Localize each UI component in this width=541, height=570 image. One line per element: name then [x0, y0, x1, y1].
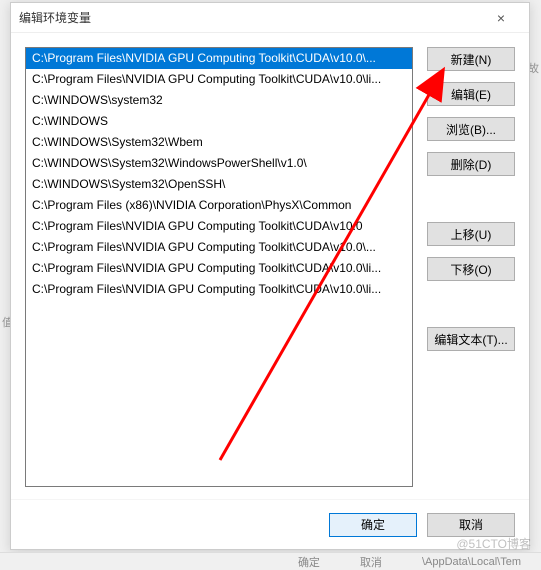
bg-ok: 确定 [298, 554, 320, 570]
list-item[interactable]: C:\WINDOWS\System32\Wbem [26, 132, 412, 153]
list-item[interactable]: C:\WINDOWS [26, 111, 412, 132]
button-sidebar: 新建(N) 编辑(E) 浏览(B)... 删除(D) 上移(U) 下移(O) 编… [427, 47, 515, 499]
delete-button[interactable]: 删除(D) [427, 152, 515, 176]
edit-env-var-dialog: 编辑环境变量 × C:\Program Files\NVIDIA GPU Com… [10, 2, 530, 550]
ok-button[interactable]: 确定 [329, 513, 417, 537]
bg-parent-footer: 确定 取消 \AppData\Local\Tem [0, 552, 541, 570]
list-item[interactable]: C:\WINDOWS\System32\OpenSSH\ [26, 174, 412, 195]
list-item[interactable]: C:\Program Files\NVIDIA GPU Computing To… [26, 258, 412, 279]
list-item[interactable]: C:\Program Files\NVIDIA GPU Computing To… [26, 48, 412, 69]
list-item[interactable]: C:\Program Files (x86)\NVIDIA Corporatio… [26, 195, 412, 216]
dialog-title: 编辑环境变量 [19, 9, 481, 26]
edit-text-button[interactable]: 编辑文本(T)... [427, 327, 515, 351]
bg-path: \AppData\Local\Tem [422, 556, 521, 568]
list-item[interactable]: C:\Program Files\NVIDIA GPU Computing To… [26, 279, 412, 300]
cancel-button[interactable]: 取消 [427, 513, 515, 537]
list-item[interactable]: C:\WINDOWS\System32\WindowsPowerShell\v1… [26, 153, 412, 174]
dialog-footer: 确定 取消 [11, 499, 529, 549]
close-button[interactable]: × [481, 4, 521, 32]
bg-cancel: 取消 [360, 554, 382, 570]
titlebar: 编辑环境变量 × [11, 3, 529, 33]
path-listbox[interactable]: C:\Program Files\NVIDIA GPU Computing To… [25, 47, 413, 487]
move-up-button[interactable]: 上移(U) [427, 222, 515, 246]
list-item[interactable]: C:\Program Files\NVIDIA GPU Computing To… [26, 216, 412, 237]
dialog-body: C:\Program Files\NVIDIA GPU Computing To… [11, 33, 529, 499]
list-item[interactable]: C:\Program Files\NVIDIA GPU Computing To… [26, 69, 412, 90]
list-item[interactable]: C:\WINDOWS\system32 [26, 90, 412, 111]
edit-button[interactable]: 编辑(E) [427, 82, 515, 106]
list-item[interactable]: C:\Program Files\NVIDIA GPU Computing To… [26, 237, 412, 258]
browse-button[interactable]: 浏览(B)... [427, 117, 515, 141]
move-down-button[interactable]: 下移(O) [427, 257, 515, 281]
new-button[interactable]: 新建(N) [427, 47, 515, 71]
watermark: @51CTO博客 [456, 535, 531, 552]
